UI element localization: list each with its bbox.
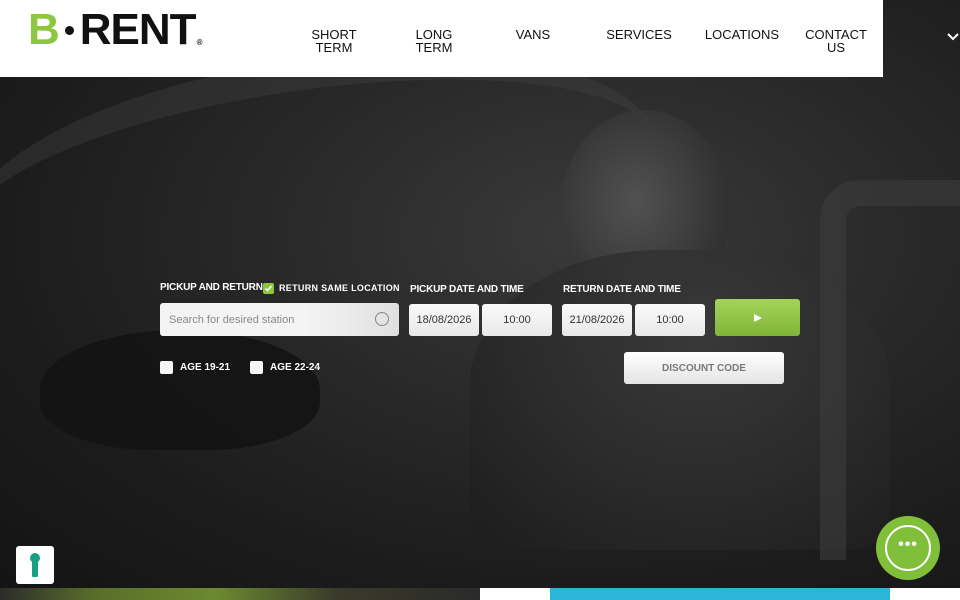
station-search-input[interactable]: Search for desired station [160,303,399,336]
logo-registered-mark: ® [196,38,203,47]
search-submit-button[interactable] [715,299,800,336]
pickup-time-input[interactable]: 10:00 [482,304,552,336]
logo-dot [64,25,74,35]
nav-vans[interactable]: VANS [488,28,578,41]
accessibility-button[interactable] [16,546,54,584]
return-same-location-checkbox[interactable] [263,283,274,294]
keyhole-icon [30,553,40,577]
return-datetime-label: RETURN DATE AND TIME [563,284,681,295]
brand-logo[interactable]: B RENT ® [28,5,203,54]
hero-door-frame [820,180,960,560]
station-search-placeholder: Search for desired station [169,313,295,326]
hero-side-mirror [40,330,320,450]
section-preview-left-image [0,588,480,600]
logo-letter-b: B [28,5,60,54]
nav-short-term[interactable]: SHORT TERM [289,28,379,54]
age-19-21-option[interactable]: AGE 19-21 [160,361,230,374]
locate-icon[interactable] [375,312,389,326]
pickup-return-label: PICKUP AND RETURN [160,282,263,293]
nav-services[interactable]: SERVICES [594,28,684,41]
chat-button[interactable]: ••• [876,516,940,580]
site-header: B RENT ® SHORT TERM LONG TERM VANS SERVI… [0,0,883,77]
play-arrow-icon [753,313,762,322]
check-icon [264,285,273,292]
age-22-24-label: AGE 22-24 [270,362,321,373]
age-22-24-checkbox[interactable] [250,361,263,374]
logo-text: RENT [79,5,197,54]
return-same-location-label: RETURN SAME LOCATION [279,283,400,293]
pickup-datetime-label: PICKUP DATE AND TIME [410,284,524,295]
age-19-21-checkbox[interactable] [160,361,173,374]
nav-long-term[interactable]: LONG TERM [389,28,479,54]
return-time-input[interactable]: 10:00 [635,304,705,336]
return-date-input[interactable]: 21/08/2026 [562,304,632,336]
section-preview-right-image [550,588,890,600]
chat-bubble-icon: ••• [885,525,931,571]
chevron-down-icon[interactable] [946,30,960,44]
nav-locations[interactable]: LOCATIONS [697,28,787,41]
nav-contact-us[interactable]: CONTACT US [791,28,881,54]
age-19-21-label: AGE 19-21 [180,362,231,373]
pickup-date-input[interactable]: 18/08/2026 [409,304,479,336]
age-22-24-option[interactable]: AGE 22-24 [250,361,320,374]
discount-code-button[interactable]: DISCOUNT CODE [624,352,784,384]
